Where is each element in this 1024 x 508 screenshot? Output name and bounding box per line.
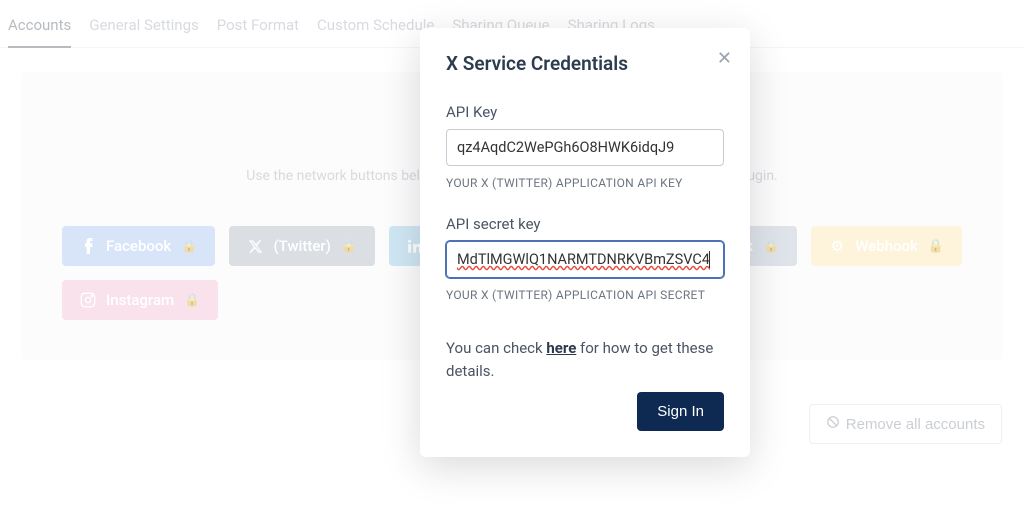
modal-help-text: You can check here for how to get these … xyxy=(446,337,724,382)
api-secret-field[interactable]: MdTlMGWlQ1NARMTDNRKVBmZSVC4 xyxy=(446,241,724,278)
api-key-field[interactable] xyxy=(446,129,724,166)
close-button[interactable]: ✕ xyxy=(717,48,732,69)
credentials-modal: ✕ X Service Credentials API Key YOUR X (… xyxy=(420,28,750,457)
api-key-label: API Key xyxy=(446,103,724,121)
help-link[interactable]: here xyxy=(546,339,576,357)
sign-in-button[interactable]: Sign In xyxy=(637,392,724,431)
api-key-help: YOUR X (TWITTER) APPLICATION API KEY xyxy=(446,174,724,193)
api-secret-label: API secret key xyxy=(446,215,724,233)
modal-title: X Service Credentials xyxy=(446,52,724,75)
api-secret-help: YOUR X (TWITTER) APPLICATION API SECRET xyxy=(446,286,724,305)
close-icon: ✕ xyxy=(717,48,732,68)
